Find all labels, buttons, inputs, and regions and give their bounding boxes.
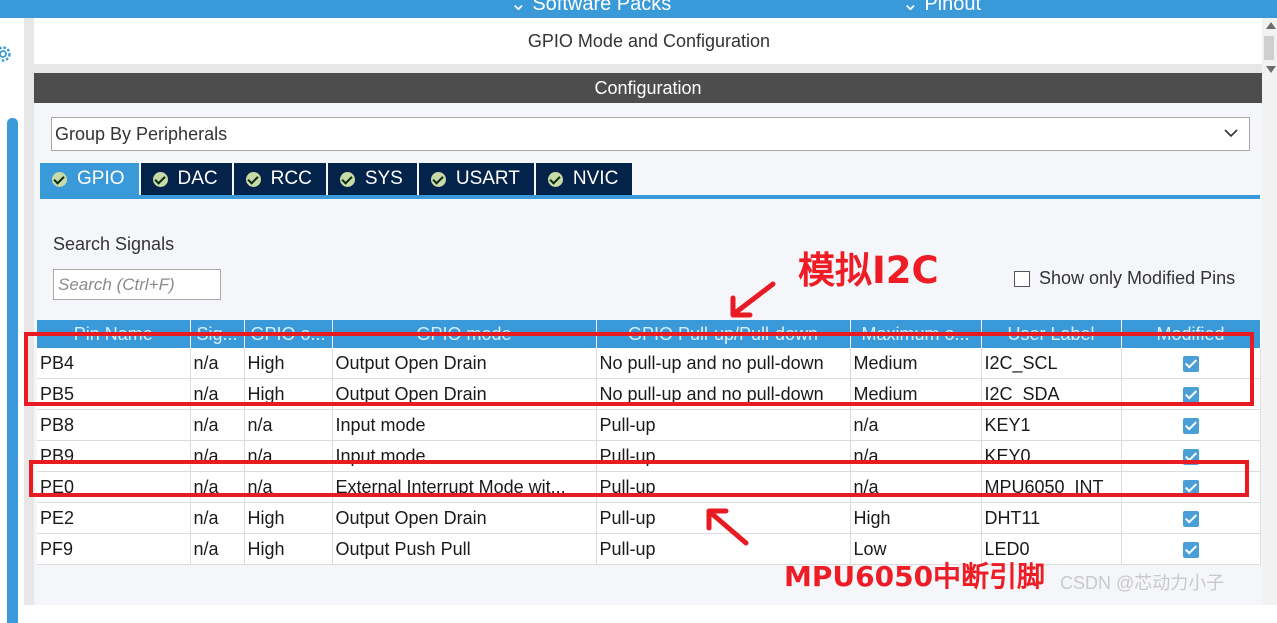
gpio-output-level: High [244,502,333,534]
user-label: KEY1 [981,409,1122,441]
search-signals-label: Search Signals [53,234,175,254]
modified-checkbox[interactable] [1182,418,1199,435]
mpu-highlight-box [29,460,1249,497]
tab-underline [40,195,1260,199]
tab-gpio[interactable]: GPIO [40,163,139,195]
pin-name: PF9 [37,533,191,565]
gpio-mode: Input mode [332,409,597,441]
mpu-annotation: MPU6050中断引脚 [784,560,1046,593]
modified-cell [1121,502,1261,534]
tab-rcc[interactable]: RCC [233,163,326,195]
tab-dac[interactable]: DAC [140,163,232,195]
table-row[interactable]: PB8 n/a n/a Input mode Pull-up n/a KEY1 [37,409,1261,441]
left-strip [0,18,24,623]
pin-name: PE2 [37,502,191,534]
panel-edge [24,18,34,605]
check-circle-icon [52,171,67,187]
check-circle-icon [152,171,168,187]
top-nav-bar: ⌄ Software Packs ⌄ Pinout [0,0,1277,18]
watermark: CSDN @芯动力小子 [1060,573,1225,593]
show-modified-toggle[interactable]: Show only Modified Pins [1014,268,1235,289]
i2c-highlight-box [24,332,1254,406]
modified-checkbox[interactable] [1182,542,1199,559]
pinout-menu[interactable]: ⌄ Pinout [902,0,981,16]
left-scrollbar[interactable] [7,118,18,623]
table-row[interactable]: PF9 n/a High Output Push Pull Pull-up Lo… [37,533,1261,565]
tab-sys[interactable]: SYS [327,163,417,195]
user-label: DHT11 [981,502,1122,534]
check-circle-icon [547,171,563,187]
max-speed: High [850,502,982,534]
signal: n/a [190,533,245,565]
table-row[interactable]: PE2 n/a High Output Open Drain Pull-up H… [37,502,1261,534]
page-title: GPIO Mode and Configuration [36,18,1262,64]
right-scrollbar[interactable] [1262,18,1277,605]
group-by-value: Group By Peripherals [55,124,228,144]
modified-checkbox[interactable] [1182,511,1199,528]
show-modified-checkbox[interactable] [1014,270,1030,287]
software-packs-menu[interactable]: ⌄ Software Packs [510,0,671,16]
gpio-mode: Output Push Pull [332,533,597,565]
gpio-output-level: n/a [244,409,333,441]
search-input[interactable] [53,269,221,300]
group-by-select[interactable]: Group By Peripherals [51,117,1250,151]
divider [34,64,1262,73]
gpio-pull: Pull-up [596,409,851,441]
modified-cell [1121,533,1261,565]
check-circle-icon [430,171,446,187]
signal: n/a [190,502,245,534]
tab-nvic[interactable]: NVIC [535,163,633,195]
tab-usart[interactable]: USART [418,163,534,195]
gear-icon[interactable] [0,44,13,64]
scroll-thumb[interactable] [1264,36,1274,60]
i2c-annotation: 模拟I2C [798,249,939,292]
signal: n/a [190,409,245,441]
check-circle-icon [339,171,355,187]
scroll-up-icon[interactable] [1266,22,1276,29]
peripheral-tabs: GPIO DAC RCC SYS USART NVIC [40,163,634,195]
chevron-down-icon [1224,129,1238,138]
configuration-header: Configuration [34,73,1262,103]
modified-cell [1121,409,1261,441]
arrow-icon [706,508,749,546]
max-speed: n/a [850,409,982,441]
gpio-mode: Output Open Drain [332,502,597,534]
check-circle-icon [245,171,261,187]
arrow-icon [730,281,776,318]
gpio-output-level: High [244,533,333,565]
scroll-down-icon[interactable] [1266,66,1276,73]
show-modified-label: Show only Modified Pins [1039,268,1236,288]
pin-name: PB8 [37,409,191,441]
